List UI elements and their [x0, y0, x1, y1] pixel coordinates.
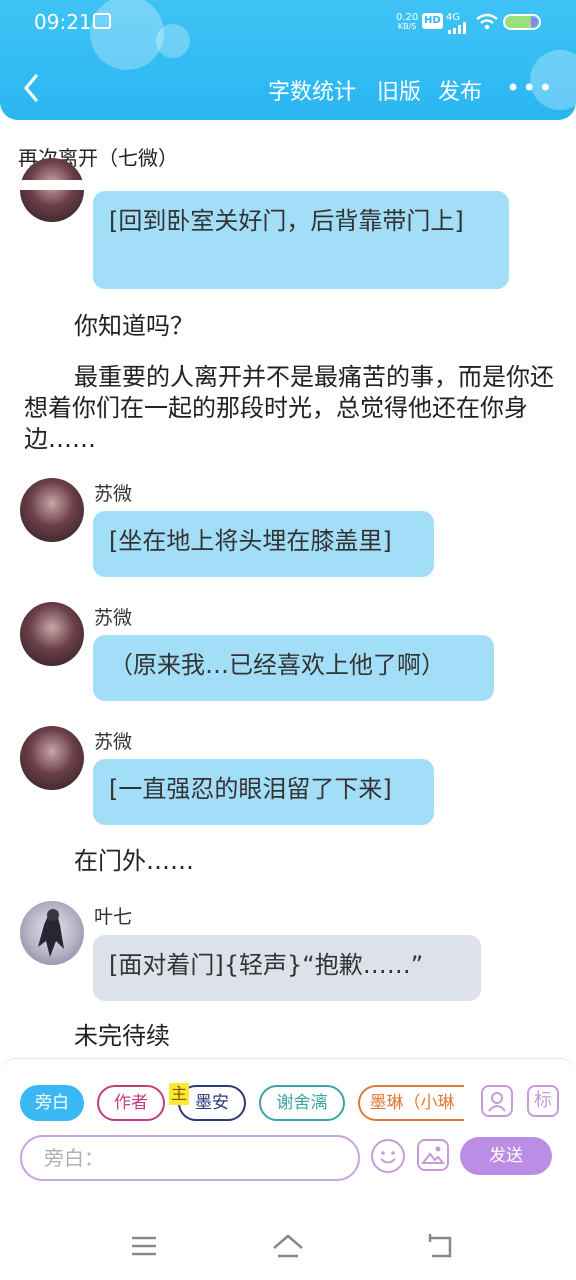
avatar[interactable]: [20, 901, 84, 965]
dialogue-input[interactable]: 旁白：: [20, 1135, 360, 1181]
image-icon[interactable]: [417, 1139, 449, 1171]
scroll-mask: [0, 180, 576, 190]
menu-icon[interactable]: [124, 1230, 164, 1262]
clock: 09:21: [34, 10, 92, 34]
narration-text[interactable]: 未完待续: [24, 1021, 556, 1052]
system-nav-bar: [0, 1212, 576, 1280]
contact-glyph: [488, 1092, 506, 1112]
old-version-button[interactable]: 旧版: [377, 74, 421, 106]
back-icon[interactable]: [420, 1230, 460, 1262]
avatar[interactable]: [20, 602, 84, 666]
avatar[interactable]: [20, 478, 84, 542]
header-bar: 09:21 0.20 KB/S HD 4G 字数统计 旧版 发布 •••: [0, 0, 576, 120]
message-bubble[interactable]: （原来我…已经喜欢上他了啊）: [93, 635, 494, 701]
speed-unit: KB/S: [397, 22, 417, 31]
network-speed: 0.20 KB/S: [396, 13, 418, 32]
battery-icon: [503, 14, 541, 30]
message-bubble[interactable]: [一直强忍的眼泪留了下来]: [93, 759, 434, 825]
speaker-name: 苏微: [94, 731, 133, 753]
message-bubble[interactable]: [面对着门]{轻声}“抱歉……”: [93, 935, 481, 1001]
role-xie[interactable]: 谢舍漓: [259, 1085, 345, 1121]
status-bar: 09:21 0.20 KB/S HD 4G: [0, 0, 576, 44]
home-icon[interactable]: [268, 1230, 308, 1262]
avatar[interactable]: [20, 726, 84, 790]
message-bubble[interactable]: [回到卧室关好门，后背靠带门上]: [93, 191, 509, 289]
input-panel: 旁白 作者 墨安 主 谢舍漓 墨琳（小琳 标 旁白： 发送: [0, 1058, 576, 1212]
screenshot-icon: [93, 13, 111, 29]
avatar[interactable]: [20, 158, 84, 222]
role-molin[interactable]: 墨琳（小琳: [358, 1085, 464, 1121]
image-glyph: [420, 1146, 446, 1164]
send-button[interactable]: 发送: [460, 1137, 552, 1175]
signal-icon: 4G: [446, 12, 466, 34]
emoji-glyph: [380, 1151, 396, 1164]
back-arrow-icon[interactable]: [18, 70, 46, 106]
role-author[interactable]: 作者: [97, 1085, 165, 1121]
narration-text[interactable]: 最重要的人离开并不是最痛苦的事，而是你还想着你们在一起的那段时光，总觉得他还在你…: [24, 362, 556, 455]
speaker-name: 苏微: [94, 483, 133, 505]
speaker-name: 叶七: [94, 906, 133, 928]
signal-bars: [448, 22, 466, 34]
narration-text[interactable]: 在门外……: [24, 846, 556, 877]
word-count-button[interactable]: 字数统计: [268, 74, 356, 106]
narration-text[interactable]: 你知道吗？: [24, 311, 556, 342]
message-bubble[interactable]: [坐在地上将头埋在膝盖里]: [93, 511, 434, 577]
tag-icon[interactable]: 标: [527, 1085, 559, 1117]
main-character-badge: 主: [169, 1083, 189, 1105]
character-figure: [38, 909, 64, 957]
more-menu-button[interactable]: •••: [506, 74, 554, 102]
hd-badge: HD: [422, 13, 443, 29]
emoji-icon[interactable]: [371, 1139, 405, 1173]
contact-icon[interactable]: [481, 1085, 513, 1117]
role-narration[interactable]: 旁白: [20, 1085, 84, 1121]
speaker-name: 苏微: [94, 607, 133, 629]
publish-button[interactable]: 发布: [438, 74, 482, 106]
wifi-icon: [476, 13, 498, 30]
